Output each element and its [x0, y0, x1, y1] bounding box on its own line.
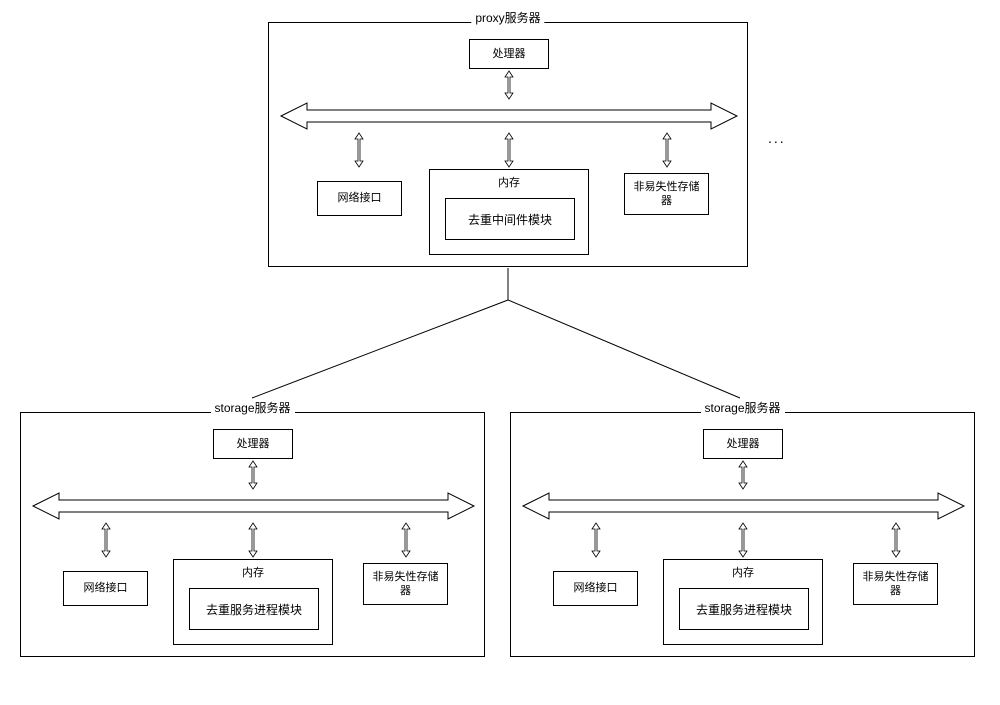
memory-box: 内存 去重服务进程模块 — [663, 559, 823, 645]
network-interface: 网络接口 — [553, 571, 638, 606]
processor-box: 处理器 — [703, 429, 783, 459]
network-interface: 网络接口 — [63, 571, 148, 606]
bus-arrow — [521, 491, 966, 521]
dedup-service-module: 去重服务进程模块 — [189, 588, 319, 630]
memory-box: 内存 去重服务进程模块 — [173, 559, 333, 645]
memory-box: 内存 去重中间件模块 — [429, 169, 589, 255]
nonvolatile-storage: 非易失性存储器 — [853, 563, 938, 605]
arrow-bus-storage — [891, 521, 901, 559]
memory-label: 内存 — [498, 174, 520, 190]
processor-box: 处理器 — [213, 429, 293, 459]
arrow-bus-network — [101, 521, 111, 559]
dedup-service-module: 去重服务进程模块 — [679, 588, 809, 630]
arrow-processor-bus — [738, 459, 748, 491]
storage-server-1: storage服务器 处理器 网络接口 内存 去重服务进程模块 非易失性存储器 — [20, 412, 485, 657]
arrow-bus-memory — [738, 521, 748, 559]
memory-label: 内存 — [732, 564, 754, 580]
nonvolatile-storage: 非易失性存储器 — [624, 173, 709, 215]
network-interface: 网络接口 — [317, 181, 402, 216]
arrow-processor-bus — [248, 459, 258, 491]
bus-arrow — [279, 101, 739, 131]
memory-label: 内存 — [242, 564, 264, 580]
arrow-bus-network — [591, 521, 601, 559]
proxy-title: proxy服务器 — [471, 9, 544, 26]
arrow-bus-storage — [662, 131, 672, 169]
arrow-processor-bus — [504, 69, 514, 101]
arrow-bus-memory — [504, 131, 514, 169]
arrow-bus-storage — [401, 521, 411, 559]
proxy-server: proxy服务器 处理器 网络接口 内存 去重中间件模块 非易失性存储器 — [268, 22, 748, 267]
bus-arrow — [31, 491, 476, 521]
processor-box: 处理器 — [469, 39, 549, 69]
storage-server-2: storage服务器 处理器 网络接口 内存 去重服务进程模块 非易失性存储器 — [510, 412, 975, 657]
ellipsis: ... — [768, 130, 786, 146]
arrow-bus-network — [354, 131, 364, 169]
arrow-bus-memory — [248, 521, 258, 559]
storage2-title: storage服务器 — [700, 399, 784, 416]
storage1-title: storage服务器 — [210, 399, 294, 416]
nonvolatile-storage: 非易失性存储器 — [363, 563, 448, 605]
dedup-middleware-module: 去重中间件模块 — [445, 198, 575, 240]
